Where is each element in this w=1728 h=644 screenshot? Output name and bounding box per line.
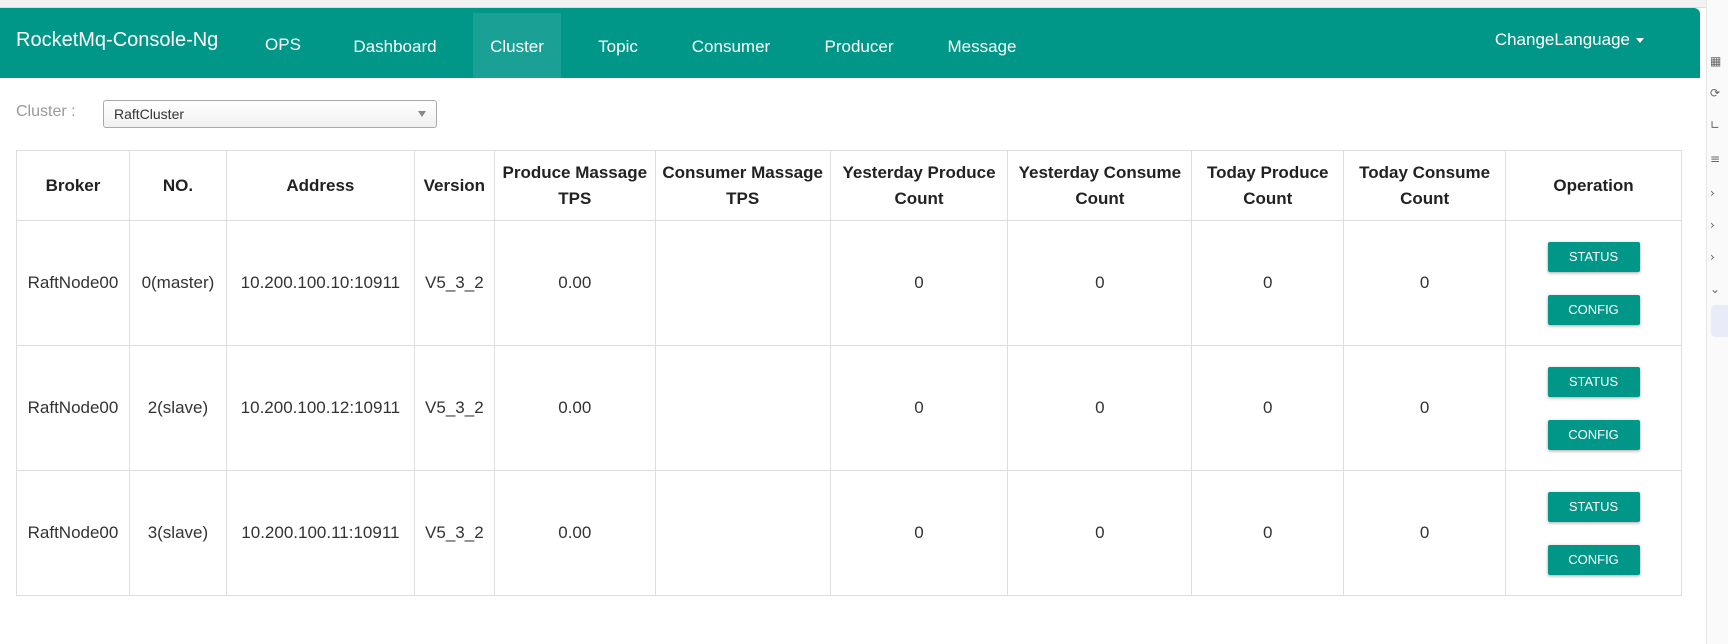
col-operation: Operation: [1505, 150, 1682, 221]
config-button[interactable]: CONFIG: [1547, 294, 1640, 325]
nav-consumer[interactable]: Consumer: [678, 13, 784, 80]
cell-today-produce: 0: [1191, 345, 1345, 471]
col-today-consume: Today Consume Count: [1343, 150, 1507, 221]
cell-today-consume: 0: [1343, 220, 1507, 346]
nav-producer[interactable]: Producer: [812, 13, 906, 80]
chevron-right-icon[interactable]: ›: [1710, 250, 1715, 264]
cell-yesterday-consume: 0: [1007, 345, 1193, 471]
cell-yesterday-produce: 0: [829, 470, 1009, 596]
cell-broker: RaftNode00: [16, 220, 130, 346]
cell-today-produce: 0: [1191, 220, 1345, 346]
cluster-select[interactable]: RaftCluster: [103, 100, 437, 128]
nav-message[interactable]: Message: [935, 13, 1029, 80]
cell-version: V5_3_2: [413, 220, 495, 346]
table-row: RaftNode00 2(slave) 10.200.100.12:10911 …: [16, 345, 1682, 471]
browser-side-toolbar: ▦ ⟳ ∟ ≡ › › › ⌄: [1706, 0, 1728, 644]
status-button[interactable]: STATUS: [1547, 366, 1640, 397]
cell-today-produce: 0: [1191, 470, 1345, 596]
nav-ops[interactable]: OPS: [250, 11, 316, 78]
nav-cluster[interactable]: Cluster: [473, 13, 561, 80]
col-yesterday-consume: Yesterday Consume Count: [1007, 150, 1193, 221]
chevron-right-icon[interactable]: ›: [1710, 218, 1715, 232]
config-button[interactable]: CONFIG: [1547, 419, 1640, 450]
top-navbar: RocketMq-Console-Ng OPS Dashboard Cluste…: [0, 8, 1700, 80]
cell-consumer-tps: [654, 470, 831, 596]
dropdown-arrow-icon: [418, 111, 426, 117]
cell-no: 2(slave): [128, 345, 227, 471]
change-language-dropdown[interactable]: ChangeLanguage: [1495, 30, 1644, 50]
cell-yesterday-consume: 0: [1007, 220, 1193, 346]
history-icon[interactable]: ⟳: [1710, 86, 1720, 100]
config-button[interactable]: CONFIG: [1547, 544, 1640, 575]
cell-address: 10.200.100.10:10911: [225, 220, 415, 346]
cell-address: 10.200.100.12:10911: [225, 345, 415, 471]
caret-down-icon: [1636, 38, 1644, 44]
cell-operation: STATUS CONFIG: [1505, 470, 1682, 596]
cell-no: 0(master): [128, 220, 227, 346]
status-button[interactable]: STATUS: [1547, 241, 1640, 272]
cell-yesterday-produce: 0: [829, 345, 1009, 471]
col-address: Address: [225, 150, 415, 221]
chart-icon[interactable]: ∟: [1710, 118, 1720, 132]
cell-yesterday-produce: 0: [829, 220, 1009, 346]
grid-icon[interactable]: ▦: [1710, 54, 1721, 68]
nav-topic[interactable]: Topic: [584, 13, 652, 80]
cell-today-consume: 0: [1343, 470, 1507, 596]
col-consumer-tps: Consumer Massage TPS: [654, 150, 831, 221]
cell-broker: RaftNode00: [16, 470, 130, 596]
list-icon[interactable]: ≡: [1710, 152, 1720, 166]
cell-no: 3(slave): [128, 470, 227, 596]
chevron-down-icon[interactable]: ⌄: [1710, 282, 1720, 296]
cell-produce-tps: 0.00: [493, 345, 656, 471]
cell-consumer-tps: [654, 345, 831, 471]
col-today-produce: Today Produce Count: [1191, 150, 1345, 221]
cell-yesterday-consume: 0: [1007, 470, 1193, 596]
cell-operation: STATUS CONFIG: [1505, 345, 1682, 471]
cell-today-consume: 0: [1343, 345, 1507, 471]
cluster-filter-label: Cluster :: [16, 103, 76, 120]
cell-address: 10.200.100.11:10911: [225, 470, 415, 596]
nav-dashboard[interactable]: Dashboard: [340, 13, 450, 80]
cell-produce-tps: 0.00: [493, 470, 656, 596]
cluster-select-value: RaftCluster: [114, 106, 185, 122]
table-row: RaftNode00 3(slave) 10.200.100.11:10911 …: [16, 470, 1682, 596]
window-top-edge: [0, 0, 1728, 8]
col-no: NO.: [128, 150, 227, 221]
cell-version: V5_3_2: [413, 345, 495, 471]
brand-title[interactable]: RocketMq-Console-Ng: [16, 29, 218, 52]
cell-broker: RaftNode00: [16, 345, 130, 471]
col-produce-tps: Produce Massage TPS: [493, 150, 656, 221]
cell-consumer-tps: [654, 220, 831, 346]
col-broker: Broker: [16, 150, 130, 221]
chevron-right-icon[interactable]: ›: [1710, 186, 1715, 200]
cell-operation: STATUS CONFIG: [1505, 220, 1682, 346]
broker-table: Broker NO. Address Version Produce Massa…: [16, 150, 1682, 596]
table-header-row: Broker NO. Address Version Produce Massa…: [16, 150, 1682, 221]
col-yesterday-produce: Yesterday Produce Count: [829, 150, 1009, 221]
status-button[interactable]: STATUS: [1547, 491, 1640, 522]
change-language-label: ChangeLanguage: [1494, 30, 1630, 49]
cell-version: V5_3_2: [413, 470, 495, 596]
cell-produce-tps: 0.00: [493, 220, 656, 346]
side-toolbar-highlight: [1711, 305, 1728, 337]
table-row: RaftNode00 0(master) 10.200.100.10:10911…: [16, 220, 1682, 346]
col-version: Version: [413, 150, 495, 221]
